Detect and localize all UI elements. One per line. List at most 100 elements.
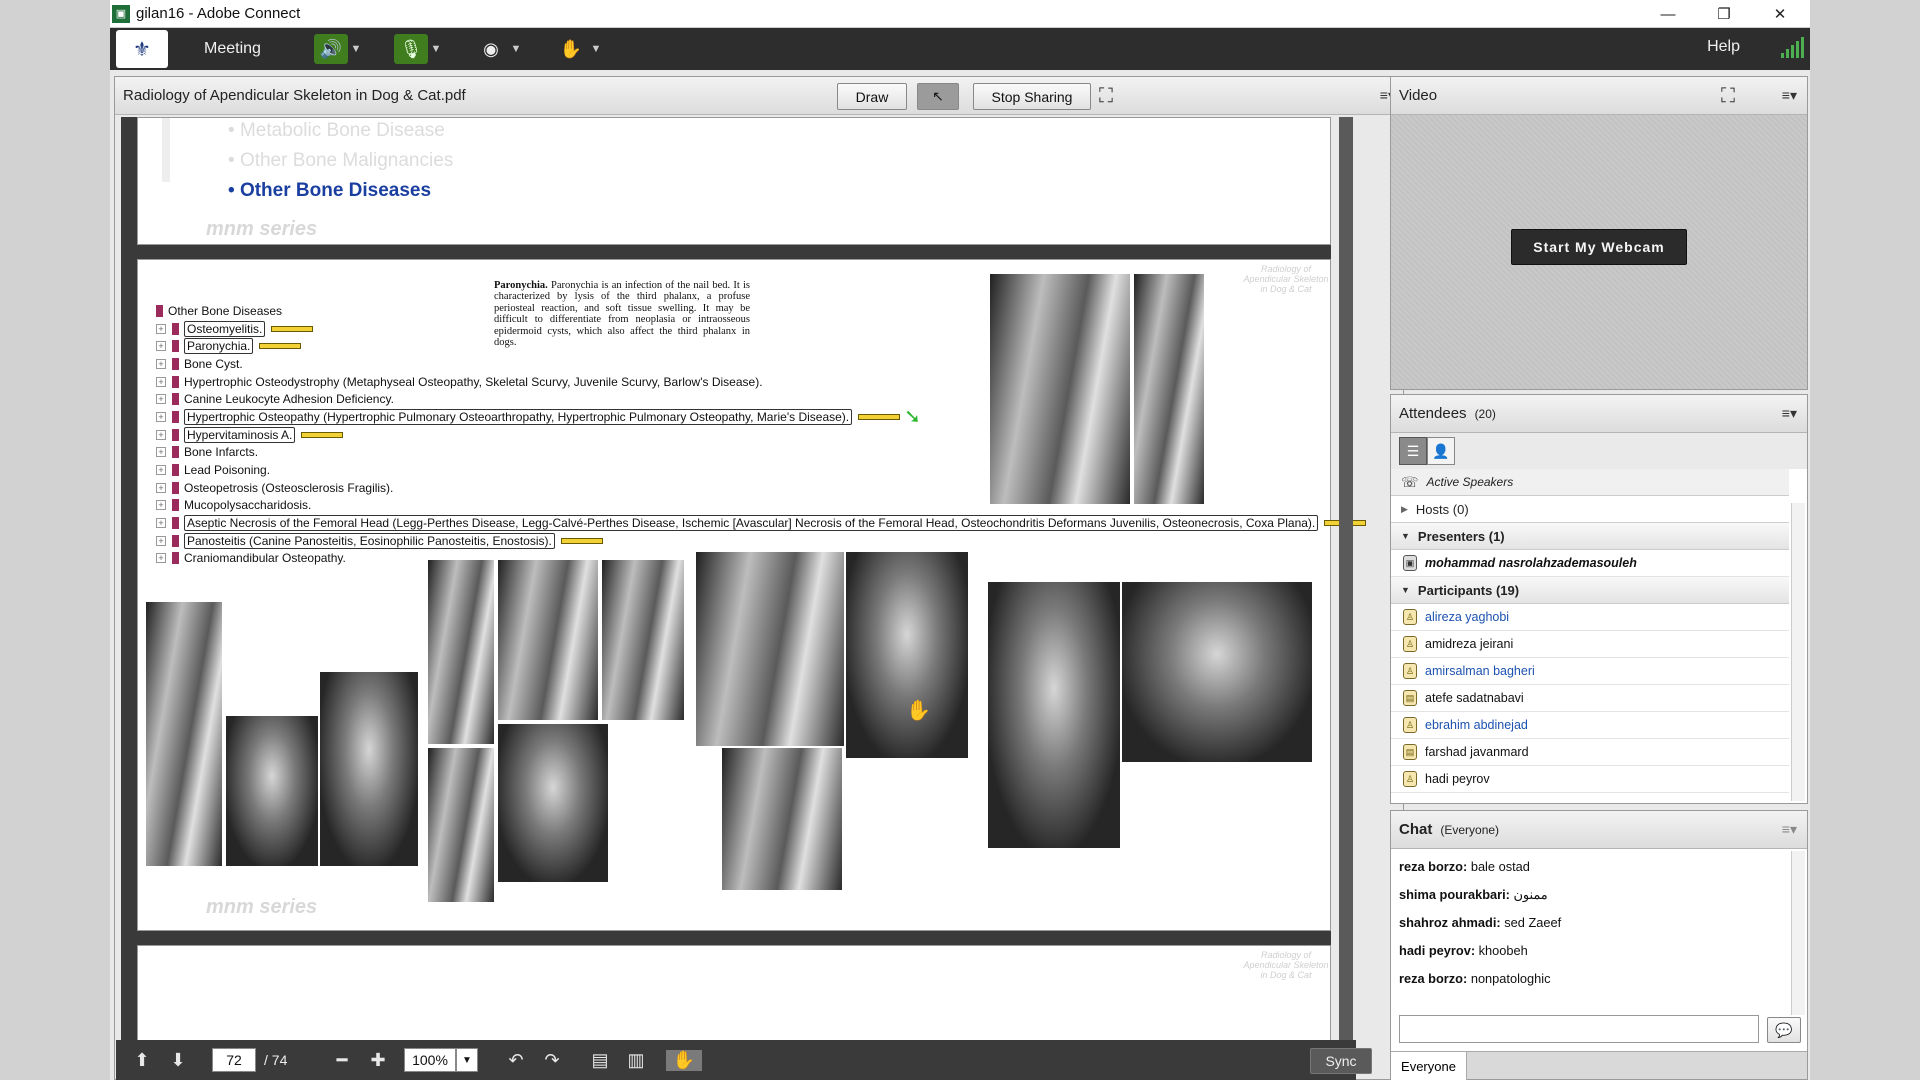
pointer-tool-button[interactable]: ↖ — [917, 83, 959, 110]
bookmark-icon — [172, 357, 179, 370]
rotate-left-icon[interactable]: ↶ — [498, 1050, 534, 1071]
send-message-button[interactable]: 💬 — [1767, 1017, 1801, 1043]
participant-row[interactable]: ♙ amidreza jeirani — [1391, 631, 1789, 658]
start-webcam-button[interactable]: Start My Webcam — [1511, 229, 1687, 265]
participant-row[interactable]: ♙ hadi peyrov — [1391, 766, 1789, 793]
sync-button[interactable]: Sync — [1310, 1048, 1372, 1074]
participants-group[interactable]: ▼ Participants (19) — [1391, 577, 1789, 604]
collapse-arrow-icon[interactable]: ▼ — [1401, 585, 1410, 595]
fit-page-icon[interactable]: ▥ — [618, 1050, 654, 1071]
pod-menu-icon[interactable]: ≡▾ — [1782, 821, 1797, 838]
expand-arrow-icon[interactable]: ▶ — [1401, 504, 1408, 515]
chat-message: reza borzo: bale ostad — [1399, 859, 1530, 874]
zoom-in-icon[interactable]: ✚ — [360, 1050, 396, 1071]
chat-pod: Chat (Everyone) ≡▾ reza borzo: bale osta… — [1390, 810, 1808, 1080]
chevron-down-icon[interactable]: ▼ — [428, 34, 444, 64]
pdf-page-71: • Metabolic Bone Disease • Other Bone Ma… — [137, 117, 1331, 245]
presenters-group[interactable]: ▼ Presenters (1) — [1391, 523, 1789, 550]
expand-icon[interactable]: + — [156, 518, 166, 529]
page-number-input[interactable]: 72 — [212, 1048, 256, 1072]
minimize-icon[interactable]: ― — [1640, 0, 1696, 28]
microphone-icon[interactable]: 🎙 — [394, 34, 428, 64]
close-icon[interactable]: ✕ — [1752, 0, 1808, 28]
radiograph-image — [846, 552, 968, 758]
pod-menu-icon[interactable]: ≡▾ — [1782, 87, 1797, 104]
yellow-arrow-annotation — [560, 537, 603, 544]
chat-message: hadi peyrov: khoobeh — [1399, 943, 1528, 958]
attendee-status-view-icon[interactable]: 👤 — [1427, 437, 1455, 465]
expand-icon[interactable]: + — [156, 323, 166, 334]
expand-icon[interactable]: + — [156, 553, 166, 564]
expand-icon[interactable]: + — [156, 358, 166, 369]
participant-icon: ♙ — [1403, 609, 1417, 625]
radiograph-image — [498, 724, 608, 882]
participant-row[interactable]: ▤ atefe sadatnabavi — [1391, 685, 1789, 712]
zoom-level-input[interactable]: 100% — [404, 1048, 456, 1072]
bookmark-icon — [172, 340, 179, 353]
single-page-icon[interactable]: ▤ — [582, 1050, 618, 1071]
raise-hand-control[interactable]: ✋ ▼ — [554, 33, 604, 65]
participant-row[interactable]: ♙ amirsalman bagheri — [1391, 658, 1789, 685]
bookmark-icon — [172, 464, 179, 477]
chevron-down-icon[interactable]: ▼ — [348, 34, 364, 64]
participant-row[interactable]: ♙ ebrahim abdinejad — [1391, 712, 1789, 739]
expand-icon[interactable]: + — [156, 394, 166, 405]
collapse-arrow-icon[interactable]: ▼ — [1401, 531, 1410, 541]
expand-icon[interactable]: + — [156, 500, 166, 511]
vertical-scrollbar[interactable] — [1339, 117, 1353, 1080]
bookmark-item[interactable]: + Aseptic Necrosis of the Femoral Head (L… — [156, 514, 1367, 532]
series-label: mnm series — [206, 896, 318, 918]
expand-icon[interactable]: + — [156, 411, 166, 422]
participant-icon: ♙ — [1403, 771, 1417, 787]
help-menu[interactable]: Help — [1707, 38, 1740, 56]
microphone-control[interactable]: 🎙 ▼ — [394, 33, 444, 65]
participant-row[interactable]: ▤ farshad javanmard — [1391, 739, 1789, 766]
rotate-right-icon[interactable]: ↷ — [534, 1050, 570, 1071]
radiograph-image — [990, 274, 1130, 504]
expand-icon[interactable]: + — [156, 465, 166, 476]
radiograph-image — [146, 602, 222, 866]
chat-scrollbar[interactable] — [1791, 851, 1805, 1015]
expand-icon[interactable]: + — [156, 341, 166, 352]
phone-icon: ☏ — [1401, 473, 1419, 490]
list-view-icon[interactable]: ☰ — [1399, 437, 1427, 465]
restore-icon[interactable]: ❐ — [1696, 0, 1752, 28]
webcam-icon[interactable]: ◉ — [474, 34, 508, 64]
presenter-row[interactable]: ▣ mohammad nasrolahzademasouleh — [1391, 550, 1789, 577]
expand-icon[interactable]: + — [156, 535, 166, 546]
bookmark-item[interactable]: + Panosteitis (Canine Panosteitis, Eosino… — [156, 532, 1366, 550]
stop-sharing-button[interactable]: Stop Sharing — [973, 83, 1091, 110]
fullscreen-icon[interactable]: ⛶ — [1099, 85, 1113, 108]
expand-icon[interactable]: + — [156, 482, 166, 493]
attendee-scrollbar[interactable] — [1791, 503, 1805, 801]
participant-row[interactable]: ♙ alireza yaghobi — [1391, 604, 1789, 631]
meeting-menu[interactable]: Meeting — [204, 40, 261, 58]
chat-tab-everyone[interactable]: Everyone — [1391, 1052, 1467, 1080]
fullscreen-icon[interactable]: ⛶ — [1721, 85, 1735, 108]
hosts-group[interactable]: ▶ Hosts (0) — [1391, 496, 1789, 523]
page-down-icon[interactable]: ⬇ — [160, 1050, 196, 1071]
raise-hand-icon[interactable]: ✋ — [554, 34, 588, 64]
expand-icon[interactable]: + — [156, 376, 166, 387]
hand-tool-icon[interactable]: ✋ — [666, 1049, 702, 1071]
attendees-pod-header: Attendees (20) — [1391, 395, 1807, 433]
chat-message: reza borzo: nonpatologhic — [1399, 971, 1551, 986]
pdf-viewport[interactable]: • Metabolic Bone Disease • Other Bone Ma… — [121, 117, 1367, 1080]
chevron-down-icon[interactable]: ▼ — [508, 34, 524, 64]
zoom-out-icon[interactable]: ━ — [324, 1050, 360, 1071]
expand-icon[interactable]: + — [156, 447, 166, 458]
webcam-control[interactable]: ◉ ▼ — [474, 33, 524, 65]
expand-icon[interactable]: + — [156, 429, 166, 440]
bookmark-icon — [156, 304, 163, 317]
bookmark-icon — [172, 446, 179, 459]
chat-input[interactable] — [1399, 1015, 1759, 1043]
speech-bubble-icon: 💬 — [1775, 1021, 1793, 1038]
zoom-dropdown-icon[interactable]: ▼ — [456, 1048, 478, 1072]
speaker-icon[interactable]: 🔊 — [314, 34, 348, 64]
chevron-down-icon[interactable]: ▼ — [588, 34, 604, 64]
pod-menu-icon[interactable]: ≡▾ — [1782, 405, 1797, 422]
draw-button[interactable]: Draw — [837, 83, 907, 110]
chat-message: shahroz ahmadi: sed Zaeef — [1399, 915, 1562, 930]
page-up-icon[interactable]: ⬆ — [124, 1050, 160, 1071]
speaker-control[interactable]: 🔊 ▼ — [314, 33, 364, 65]
